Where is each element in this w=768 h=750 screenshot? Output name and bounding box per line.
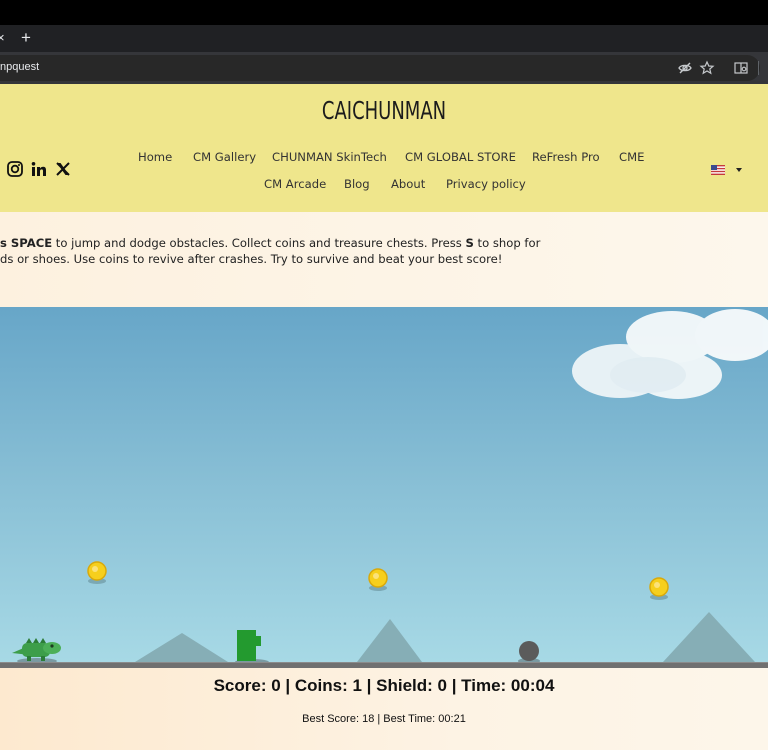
mountain (135, 633, 228, 662)
game-canvas[interactable] (0, 307, 768, 668)
ground-texture (0, 662, 768, 663)
cloud (572, 309, 768, 399)
nav-cm-gallery[interactable]: CM Gallery (193, 150, 256, 164)
instructions-line-2: ds or shoes. Use coins to revive after c… (0, 252, 503, 266)
site-logo[interactable]: CAICHUNMAN (108, 96, 661, 125)
nav-cm-arcade[interactable]: CM Arcade (264, 177, 326, 191)
language-selector[interactable] (711, 163, 745, 177)
green-block-obstacle (235, 630, 269, 665)
crocodile-player (12, 638, 61, 664)
instructions-panel: s SPACE to jump and dodge obstacles. Col… (0, 212, 768, 307)
nav-home[interactable]: Home (138, 150, 172, 164)
tab-close-button[interactable]: × (0, 30, 5, 46)
nav-refresh-pro[interactable]: ReFresh Pro (532, 150, 600, 164)
nav-cm-global-store[interactable]: CM GLOBAL STORE (405, 150, 516, 164)
coin (87, 561, 107, 584)
best-score: Best Score: 18 | Best Time: 00:21 (302, 713, 466, 725)
star-icon[interactable] (699, 60, 715, 76)
tab-strip (0, 25, 768, 52)
coin (368, 568, 388, 591)
instagram-icon[interactable] (6, 160, 24, 178)
nav-blog[interactable]: Blog (344, 177, 370, 191)
eye-off-icon[interactable] (677, 60, 693, 76)
mountain (357, 619, 422, 662)
x-icon[interactable] (54, 160, 72, 178)
score-status: Score: 0 | Coins: 1 | Shield: 0 | Time: … (213, 676, 555, 695)
new-tab-button[interactable]: + (19, 29, 33, 47)
window-titlebar (0, 0, 768, 25)
rock-obstacle (518, 641, 540, 664)
address-url[interactable]: npquest (0, 61, 39, 73)
linkedin-icon[interactable] (30, 160, 48, 178)
nav-privacy-policy[interactable]: Privacy policy (446, 177, 526, 191)
mountain (663, 612, 755, 662)
nav-chunman-skintech[interactable]: CHUNMAN SkinTech (272, 150, 387, 164)
toolbar-separator (758, 61, 759, 75)
address-bar[interactable] (0, 55, 760, 81)
reader-mode-icon[interactable] (733, 60, 749, 76)
us-flag-icon (711, 165, 725, 175)
instructions-line-1: s SPACE to jump and dodge obstacles. Col… (0, 236, 541, 250)
nav-about[interactable]: About (391, 177, 425, 191)
coin (649, 577, 669, 600)
nav-cme[interactable]: CME (619, 150, 644, 164)
chevron-down-icon (736, 168, 742, 172)
